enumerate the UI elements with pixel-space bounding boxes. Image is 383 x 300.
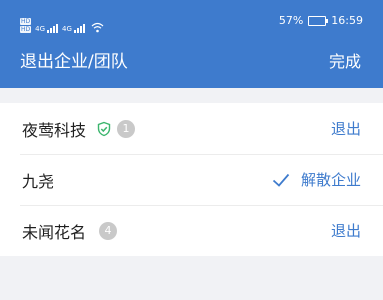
signal-label: 4G — [62, 25, 72, 33]
signal-icon: 4G — [62, 24, 85, 33]
hd-badge: HD — [20, 26, 32, 33]
count-badge: 4 — [99, 221, 118, 240]
battery-percent: 57% — [278, 14, 304, 27]
shield-check-icon — [97, 121, 111, 136]
status-bar-right: 57% 16:59 — [279, 14, 363, 27]
app-header: HD HD 4G 4G 57% 16:59 退出企业/团队 完成 — [0, 0, 383, 88]
org-row: 未闻花名 4 退出 — [0, 205, 383, 256]
battery-icon — [308, 15, 329, 26]
hd-indicators: HD HD — [20, 18, 32, 33]
checkmark-icon — [272, 173, 290, 187]
page-title: 退出企业/团队 — [20, 52, 128, 72]
dissolve-org-button[interactable]: 解散企业 — [301, 169, 361, 190]
count-badge: 1 — [117, 119, 136, 138]
org-name: 未闻花名 — [22, 222, 87, 242]
org-list: 夜莺科技 1 退出 九尧 解散企业 未闻花名 4 退出 — [0, 103, 383, 256]
status-bar-left: HD HD 4G 4G — [20, 13, 104, 33]
org-name: 九尧 — [22, 171, 55, 191]
done-button[interactable]: 完成 — [329, 50, 361, 74]
clock: 16:59 — [331, 14, 363, 27]
wifi-icon — [91, 22, 104, 33]
org-row: 九尧 解散企业 — [0, 154, 383, 205]
quit-button[interactable]: 退出 — [331, 118, 361, 139]
signal-label: 4G — [35, 25, 46, 33]
quit-button[interactable]: 退出 — [331, 220, 361, 241]
hd-badge: HD — [20, 18, 32, 25]
org-row: 夜莺科技 1 退出 — [0, 103, 383, 154]
org-name: 夜莺科技 — [22, 120, 87, 140]
signal-icon: 4G — [35, 24, 59, 33]
